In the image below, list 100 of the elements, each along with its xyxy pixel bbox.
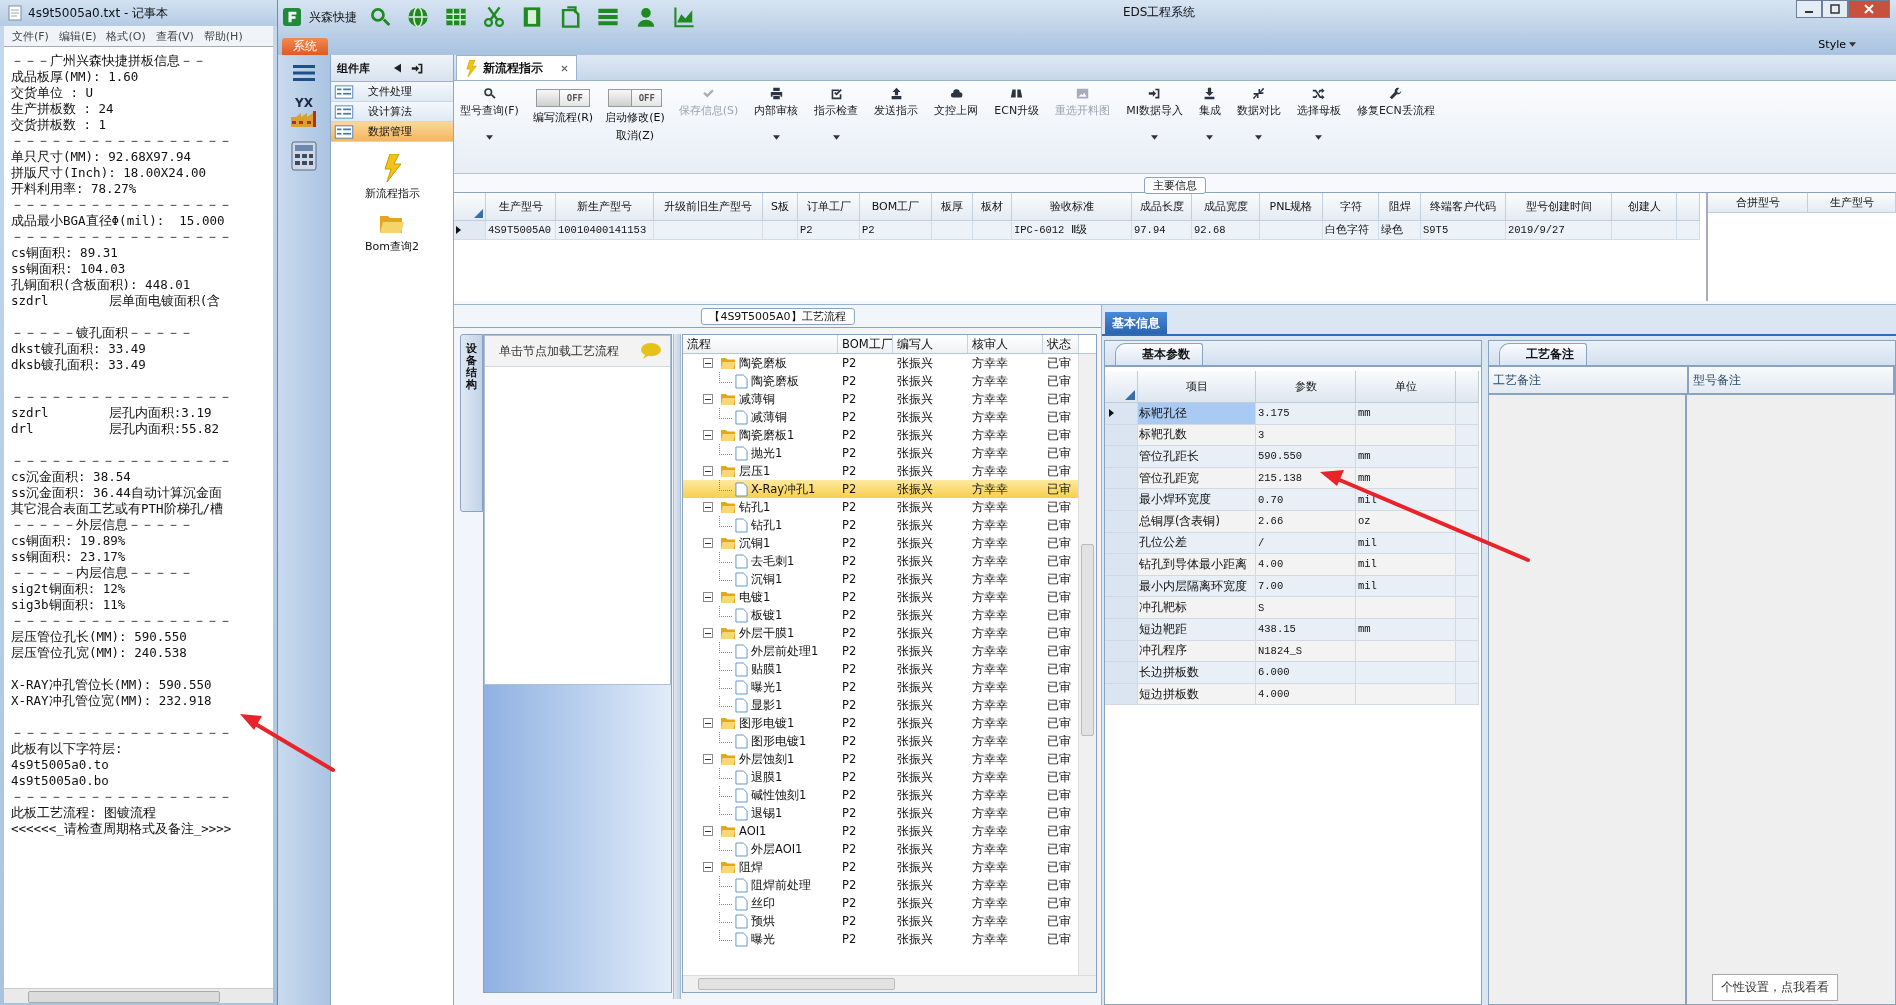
tree-row[interactable]: 贴膜1 P2 张振兴 方幸幸 已审 <box>683 660 1078 678</box>
collapse-icon[interactable] <box>703 430 713 440</box>
tree-row[interactable]: 沉铜1 P2 张振兴 方幸幸 已审 <box>683 570 1078 588</box>
ribbon-button[interactable]: 修复ECN丢流程 <box>1354 85 1437 157</box>
collapse-left-icon[interactable] <box>394 63 401 73</box>
menu-item[interactable]: 文件(F) <box>12 28 49 44</box>
tree-row[interactable]: 减薄铜 P2 张振兴 方幸幸 已审 <box>683 408 1078 426</box>
column-header[interactable]: S板 <box>763 193 798 221</box>
toggle-switch[interactable]: OFF <box>536 89 591 107</box>
table-icon[interactable] <box>445 6 467 28</box>
tree-row[interactable]: 陶瓷磨板 P2 张振兴 方幸幸 已审 <box>683 372 1078 390</box>
horizontal-scrollbar[interactable] <box>4 988 273 1003</box>
column-header[interactable]: 流程 <box>683 335 838 353</box>
ribbon-button[interactable]: 文控上网 <box>932 85 981 157</box>
tree-row[interactable]: 图形电镀1 P2 张振兴 方幸幸 已审 <box>683 714 1078 732</box>
menu-icon[interactable] <box>292 63 316 83</box>
tree-row[interactable]: 图形电镀1 P2 张振兴 方幸幸 已审 <box>683 732 1078 750</box>
tab[interactable]: 基本参数 <box>1115 343 1203 365</box>
tree-row[interactable]: 丝印 P2 张振兴 方幸幸 已审 <box>683 894 1078 912</box>
column-header[interactable]: 新生产型号 <box>556 193 654 221</box>
panel-tab[interactable]: 基本信息 <box>1105 312 1167 334</box>
side-tab[interactable]: 设备结构 <box>460 334 484 512</box>
tree-row[interactable]: 阻焊前处理 P2 张振兴 方幸幸 已审 <box>683 876 1078 894</box>
column-header[interactable]: 板材 <box>973 193 1012 221</box>
column-header[interactable]: 验收标准 <box>1012 193 1132 221</box>
tree-row[interactable]: 预烘 P2 张振兴 方幸幸 已审 <box>683 912 1078 930</box>
tab[interactable]: 工艺备注 <box>1499 343 1587 365</box>
ribbon-button[interactable]: 数据对比 <box>1234 85 1283 157</box>
collapse-icon[interactable] <box>703 754 713 764</box>
tree-row[interactable]: 钻孔1 P2 张振兴 方幸幸 已审 <box>683 516 1078 534</box>
row-header[interactable] <box>1105 403 1138 425</box>
menu-item[interactable]: 格式(O) <box>106 28 146 44</box>
column-header[interactable]: 创建人 <box>1612 193 1677 221</box>
column-header[interactable]: 单位 <box>1356 371 1456 403</box>
tree-row[interactable]: 陶瓷磨板 P2 张振兴 方幸幸 已审 <box>683 354 1078 372</box>
ribbon-button[interactable]: 选择母板 <box>1294 85 1343 157</box>
toggle-switch[interactable]: OFF <box>607 89 662 107</box>
column-header[interactable]: 合拼型号 <box>1708 193 1808 213</box>
collapse-icon[interactable] <box>703 466 713 476</box>
tree-row[interactable]: 钻孔1 P2 张振兴 方幸幸 已审 <box>683 498 1078 516</box>
tree-row[interactable]: 外层前处理1 P2 张振兴 方幸幸 已审 <box>683 642 1078 660</box>
tree-row[interactable]: 外层干膜1 P2 张振兴 方幸幸 已审 <box>683 624 1078 642</box>
tool-item[interactable]: 新流程指示 <box>331 142 453 201</box>
tree-row[interactable]: 抛光1 P2 张振兴 方幸幸 已审 <box>683 444 1078 462</box>
column-header[interactable]: 状态 <box>1043 335 1079 353</box>
tree-row[interactable]: 显影1 P2 张振兴 方幸幸 已审 <box>683 696 1078 714</box>
column-header[interactable]: 项目 <box>1138 371 1256 403</box>
tree-row[interactable]: 曝光1 P2 张振兴 方幸幸 已审 <box>683 678 1078 696</box>
tree-row[interactable]: 外层AOI1 P2 张振兴 方幸幸 已审 <box>683 840 1078 858</box>
tree-row[interactable]: 阻焊 P2 张振兴 方幸幸 已审 <box>683 858 1078 876</box>
list-icon[interactable] <box>597 6 619 28</box>
tree-row[interactable]: 沉铜1 P2 张振兴 方幸幸 已审 <box>683 534 1078 552</box>
style-menu[interactable]: Style <box>1818 38 1856 55</box>
collapse-icon[interactable] <box>703 358 713 368</box>
vertical-scrollbar[interactable] <box>1078 354 1096 975</box>
tree-row[interactable]: 退锡1 P2 张振兴 方幸幸 已审 <box>683 804 1078 822</box>
column-header[interactable]: 工艺备注 <box>1489 367 1689 393</box>
tree-row[interactable]: AOI1 P2 张振兴 方幸幸 已审 <box>683 822 1078 840</box>
column-header[interactable]: 编写人 <box>893 335 968 353</box>
component-group[interactable]: 设计算法 <box>331 102 453 122</box>
component-group[interactable]: 数据管理 <box>331 122 453 142</box>
tree-row[interactable]: 碱性蚀刻1 P2 张振兴 方幸幸 已审 <box>683 786 1078 804</box>
collapse-icon[interactable] <box>703 502 713 512</box>
tree-row[interactable]: 层压1 P2 张振兴 方幸幸 已审 <box>683 462 1078 480</box>
ribbon-button[interactable]: 型号查询(F) <box>458 85 521 157</box>
tooltip[interactable]: 个性设置，点我看看 <box>1712 974 1838 1001</box>
column-header[interactable]: 型号备注 <box>1689 367 1895 393</box>
row-header[interactable] <box>454 221 486 240</box>
tool-item[interactable]: Bom查询2 <box>331 201 453 254</box>
ribbon-button[interactable]: 指示检查 <box>812 85 861 157</box>
film-icon[interactable] <box>521 6 543 28</box>
column-header[interactable]: BOM工厂 <box>860 193 932 221</box>
column-header[interactable]: 阻焊 <box>1379 193 1421 221</box>
sign-in-icon[interactable] <box>411 61 424 75</box>
menu-item[interactable]: 查看(V) <box>155 28 194 44</box>
maximize-button[interactable] <box>1822 0 1848 18</box>
ribbon-button[interactable]: MI数据导入 <box>1124 85 1185 157</box>
globe-icon[interactable] <box>407 6 429 28</box>
menu-item[interactable]: 编辑(E) <box>58 28 97 44</box>
column-header[interactable]: 订单工厂 <box>798 193 860 221</box>
tree-row[interactable]: 板镀1 P2 张振兴 方幸幸 已审 <box>683 606 1078 624</box>
column-header[interactable]: 生产型号 <box>486 193 556 221</box>
column-header[interactable]: PNL规格 <box>1260 193 1323 221</box>
ribbon-button[interactable]: 集成 <box>1196 85 1223 157</box>
document-icon[interactable] <box>559 6 581 28</box>
document-tab[interactable]: 新流程指示 <box>456 55 577 80</box>
menu-item[interactable]: 帮助(H) <box>203 28 243 44</box>
minimize-button[interactable] <box>1796 0 1822 18</box>
tree-row[interactable]: 去毛刺1 P2 张振兴 方幸幸 已审 <box>683 552 1078 570</box>
collapse-icon[interactable] <box>703 862 713 872</box>
component-group[interactable]: 文件处理 <box>331 82 453 102</box>
collapse-icon[interactable] <box>703 592 713 602</box>
column-header[interactable]: 升级前旧生产型号 <box>654 193 763 221</box>
calculator-icon[interactable] <box>290 141 318 171</box>
search-icon[interactable] <box>369 6 391 28</box>
column-header[interactable]: 成品长度 <box>1132 193 1192 221</box>
column-header[interactable]: BOM工厂 <box>838 335 893 353</box>
tree-row[interactable]: 陶瓷磨板1 P2 张振兴 方幸幸 已审 <box>683 426 1078 444</box>
scissors-icon[interactable] <box>483 6 505 28</box>
tree-row[interactable]: 退膜1 P2 张振兴 方幸幸 已审 <box>683 768 1078 786</box>
